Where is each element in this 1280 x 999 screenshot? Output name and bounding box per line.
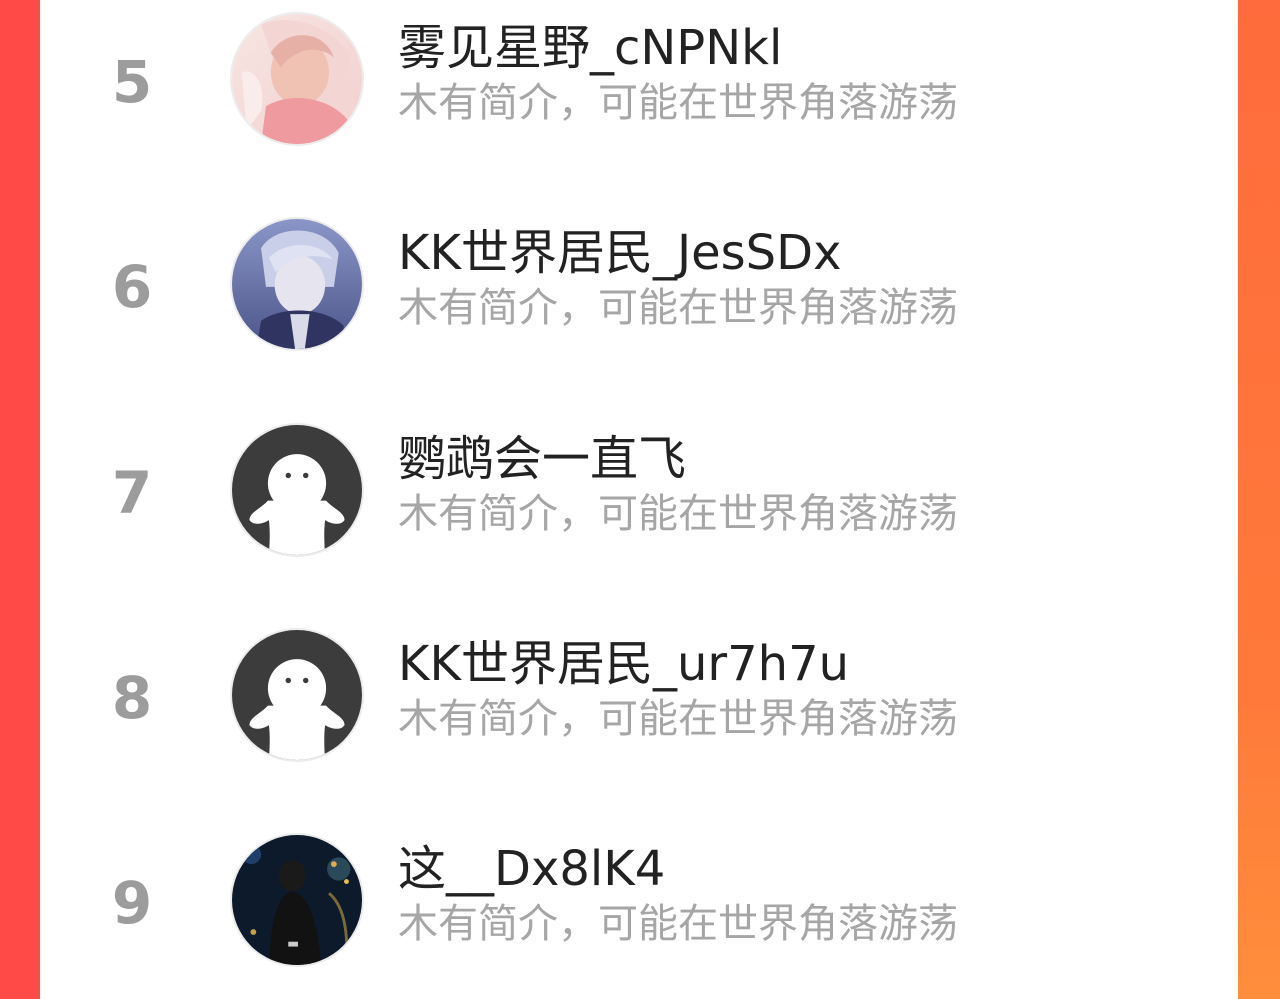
default-ghost-avatar-icon bbox=[232, 630, 362, 760]
rank-number: 5 bbox=[111, 48, 153, 116]
night-photo-avatar-icon bbox=[232, 835, 362, 965]
rank-number: 9 bbox=[111, 869, 153, 937]
user-bio: 木有简介，可能在世界角落游荡 bbox=[398, 491, 958, 537]
user-bio: 木有简介，可能在世界角落游荡 bbox=[398, 901, 958, 947]
avatar[interactable] bbox=[230, 12, 364, 146]
list-item[interactable]: 9 这__Dx8lK4 木有简介，可能在世界角落游荡 bbox=[40, 833, 1238, 973]
avatar[interactable] bbox=[230, 217, 364, 351]
user-bio: 木有简介，可能在世界角落游荡 bbox=[398, 80, 958, 126]
user-bio: 木有简介，可能在世界角落游荡 bbox=[398, 696, 958, 742]
avatar[interactable] bbox=[230, 833, 364, 967]
list-item[interactable]: 8 KK世界居民_ur7h7u 木有简介，可能在世界角落游荡 bbox=[40, 628, 1238, 768]
user-name[interactable]: KK世界居民_ur7h7u bbox=[398, 636, 849, 692]
anime-illustration-avatar-icon bbox=[232, 14, 362, 144]
rank-number: 8 bbox=[111, 664, 153, 732]
anime-boy-avatar-icon bbox=[232, 219, 362, 349]
user-name[interactable]: 这__Dx8lK4 bbox=[398, 841, 665, 897]
ranking-list-card: 5 雾见星野_cNPNkl 木有简介，可能在世界角落游荡 6 KK世界居民_Je… bbox=[40, 0, 1238, 999]
list-item[interactable]: 7 鹦鹉会一直飞 木有简介，可能在世界角落游荡 bbox=[40, 423, 1238, 563]
rank-number: 6 bbox=[111, 253, 153, 321]
user-bio: 木有简介，可能在世界角落游荡 bbox=[398, 285, 958, 331]
user-name[interactable]: KK世界居民_JesSDx bbox=[398, 225, 842, 281]
list-item[interactable]: 5 雾见星野_cNPNkl 木有简介，可能在世界角落游荡 bbox=[40, 12, 1238, 152]
list-item[interactable]: 6 KK世界居民_JesSDx 木有简介，可能在世界角落游荡 bbox=[40, 217, 1238, 357]
rank-number: 7 bbox=[111, 459, 153, 527]
avatar[interactable] bbox=[230, 628, 364, 762]
page-background-right bbox=[1238, 0, 1280, 999]
user-name[interactable]: 雾见星野_cNPNkl bbox=[398, 20, 782, 76]
user-name[interactable]: 鹦鹉会一直飞 bbox=[398, 431, 686, 487]
default-ghost-avatar-icon bbox=[232, 425, 362, 555]
avatar[interactable] bbox=[230, 423, 364, 557]
